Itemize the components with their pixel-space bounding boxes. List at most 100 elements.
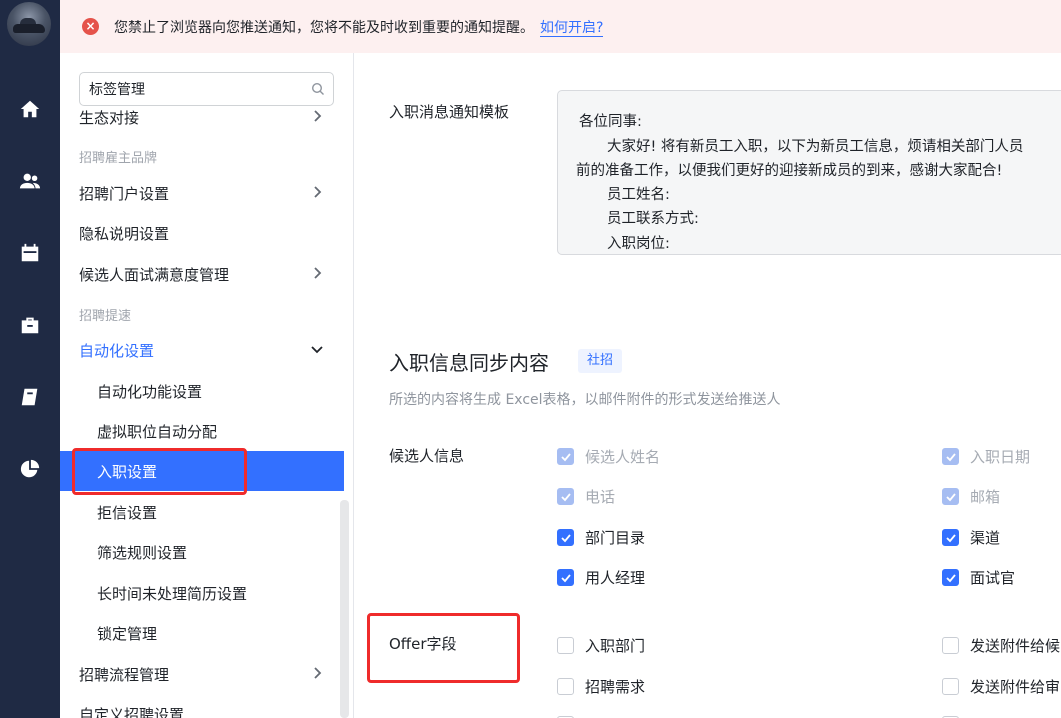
checkbox-send-attachment-candidate[interactable]: 发送附件给候 xyxy=(942,635,1060,656)
checkbox-icon xyxy=(557,448,574,465)
checkbox-label: 入职部门 xyxy=(585,637,646,655)
checkbox-label: 用人经理 xyxy=(585,569,646,587)
checkbox-label: 发送附件给审 xyxy=(970,678,1061,696)
social-recruit-tag: 社招 xyxy=(578,349,623,373)
nav-rail xyxy=(0,0,60,718)
template-label: 入职消息通知模板 xyxy=(389,103,510,121)
checkbox-icon xyxy=(942,448,959,465)
sidebar-item-label: 虚拟职位自动分配 xyxy=(97,422,218,441)
home-icon[interactable] xyxy=(18,97,42,121)
checkbox-candidate-name[interactable]: 候选人姓名 xyxy=(557,446,660,467)
checkbox-icon xyxy=(942,529,959,546)
template-line: 员工联系方式: xyxy=(607,211,699,227)
sidebar-item-label: 自定义招聘设置 xyxy=(79,705,185,718)
book-icon[interactable] xyxy=(18,385,42,409)
template-line: 大家好! 将有新员工入职，以下为新员工信息，烦请相关部门人员 xyxy=(607,139,1024,155)
checkbox-icon xyxy=(942,569,959,586)
template-textarea[interactable]: 各位同事: 大家好! 将有新员工入职，以下为新员工信息，烦请相关部门人员 前的准… xyxy=(557,90,1061,255)
sidebar-item-label: 长时间未处理简历设置 xyxy=(97,584,248,603)
template-line: 前的准备工作，以便我们更好的迎接新成员的到来，感谢大家配合! xyxy=(576,163,1003,179)
section-description: 所选的内容将生成 Excel表格，以邮件附件的形式发送给推送人 xyxy=(389,392,781,408)
candidate-info-label: 候选人信息 xyxy=(389,447,465,465)
template-line: 各位同事: xyxy=(579,114,642,130)
sidebar-item-label: 招聘流程管理 xyxy=(79,665,170,684)
checkbox-icon xyxy=(942,637,959,654)
checkbox-icon xyxy=(557,637,574,654)
sidebar-item-process-management[interactable]: 招聘流程管理 xyxy=(60,654,344,694)
checkbox-entry-date[interactable]: 入职日期 xyxy=(942,446,1030,467)
sidebar-search[interactable] xyxy=(79,72,334,106)
how-to-enable-link[interactable]: 如何开启? xyxy=(540,20,604,37)
checkbox-label: 面试官 xyxy=(970,569,1016,587)
sidebar-item-automation-functions[interactable]: 自动化功能设置 xyxy=(60,371,344,411)
sidebar-group-speed-up: 招聘提速 xyxy=(79,309,132,324)
checkbox-label: 入职日期 xyxy=(970,448,1031,466)
sidebar-group-employer-brand: 招聘雇主品牌 xyxy=(79,151,158,166)
checkbox-send-attachment-approver[interactable]: 发送附件给审 xyxy=(942,676,1060,697)
checkbox-hiring-manager[interactable]: 用人经理 xyxy=(557,567,645,588)
chevron-right-icon xyxy=(314,186,322,198)
checkbox-label: 发送附件给候 xyxy=(970,637,1061,655)
chevron-down-icon xyxy=(311,346,323,354)
sidebar-scrollbar[interactable] xyxy=(340,500,349,718)
chevron-right-icon xyxy=(314,667,322,679)
sidebar-item-label: 筛选规则设置 xyxy=(97,543,188,562)
checkbox-icon xyxy=(557,569,574,586)
sidebar-item-privacy-settings[interactable]: 隐私说明设置 xyxy=(60,213,344,253)
settings-sidebar: 生态对接 招聘雇主品牌 招聘门户设置 隐私说明设置 候选人面试满意度管理 招聘提… xyxy=(60,53,354,718)
search-input[interactable] xyxy=(89,79,299,99)
error-icon: × xyxy=(82,18,99,35)
checkbox-label: 电话 xyxy=(585,488,616,506)
avatar[interactable] xyxy=(7,2,51,46)
checkbox-interviewer[interactable]: 面试官 xyxy=(942,567,1015,588)
sidebar-item-unprocessed-resume[interactable]: 长时间未处理简历设置 xyxy=(60,573,344,613)
sidebar-item-automation[interactable]: 自动化设置 xyxy=(60,330,344,370)
checkbox-icon xyxy=(557,678,574,695)
sidebar-item-label: 候选人面试满意度管理 xyxy=(79,265,230,284)
section-title: 入职信息同步内容 xyxy=(389,351,549,375)
sidebar-item-label: 自动化设置 xyxy=(79,341,155,360)
checkbox-label: 招聘需求 xyxy=(585,678,646,696)
offer-fields-label: Offer字段 xyxy=(389,635,457,653)
sidebar-item-label: 锁定管理 xyxy=(97,624,158,643)
sidebar-item-virtual-position[interactable]: 虚拟职位自动分配 xyxy=(60,411,344,451)
sidebar-item-label: 隐私说明设置 xyxy=(79,224,170,243)
users-icon[interactable] xyxy=(18,169,42,193)
banner-text: 您禁止了浏览器向您推送通知，您将不能及时收到重要的通知提醒。 xyxy=(114,20,534,36)
checkbox-department[interactable]: 部门目录 xyxy=(557,527,645,548)
checkbox-recruit-demand[interactable]: 招聘需求 xyxy=(557,676,645,697)
checkbox-email[interactable]: 邮箱 xyxy=(942,486,1000,507)
checkbox-icon xyxy=(942,678,959,695)
calendar-icon[interactable] xyxy=(18,241,42,265)
checkbox-icon xyxy=(942,488,959,505)
sidebar-item-label: 生态对接 xyxy=(79,108,140,127)
template-line: 入职岗位: xyxy=(607,236,670,252)
sidebar-item-interview-satisfaction[interactable]: 候选人面试满意度管理 xyxy=(60,254,344,294)
checkbox-icon xyxy=(557,529,574,546)
checkbox-entry-department[interactable]: 入职部门 xyxy=(557,635,645,656)
checkbox-channel[interactable]: 渠道 xyxy=(942,527,1000,548)
sidebar-item-label: 拒信设置 xyxy=(97,503,158,522)
sidebar-item-filter-rules[interactable]: 筛选规则设置 xyxy=(60,532,344,572)
sidebar-item-custom-settings[interactable]: 自定义招聘设置 xyxy=(60,694,344,718)
checkbox-label: 部门目录 xyxy=(585,529,646,547)
banner-message: 您禁止了浏览器向您推送通知，您将不能及时收到重要的通知提醒。 如何开启? xyxy=(114,17,604,37)
checkbox-label: 候选人姓名 xyxy=(585,448,661,466)
search-icon[interactable] xyxy=(311,82,325,96)
checkbox-phone[interactable]: 电话 xyxy=(557,486,615,507)
sidebar-item-onboarding-settings[interactable]: 入职设置 xyxy=(60,451,344,491)
chevron-right-icon xyxy=(314,267,322,279)
sidebar-item-lock-management[interactable]: 锁定管理 xyxy=(60,613,344,653)
sidebar-item-label: 自动化功能设置 xyxy=(97,382,203,401)
sidebar-item-portal-settings[interactable]: 招聘门户设置 xyxy=(60,173,344,213)
notification-banner: × 您禁止了浏览器向您推送通知，您将不能及时收到重要的通知提醒。 如何开启? xyxy=(60,0,1061,53)
checkbox-icon xyxy=(557,488,574,505)
template-line: 员工姓名: xyxy=(607,187,670,203)
sidebar-item-rejection-letter[interactable]: 拒信设置 xyxy=(60,492,344,532)
checkbox-label: 渠道 xyxy=(970,529,1001,547)
sidebar-item-label: 招聘门户设置 xyxy=(79,184,170,203)
briefcase-icon[interactable] xyxy=(18,313,42,337)
pie-chart-icon[interactable] xyxy=(18,457,42,481)
sidebar-item-label: 入职设置 xyxy=(97,462,158,481)
checkbox-label: 邮箱 xyxy=(970,488,1001,506)
